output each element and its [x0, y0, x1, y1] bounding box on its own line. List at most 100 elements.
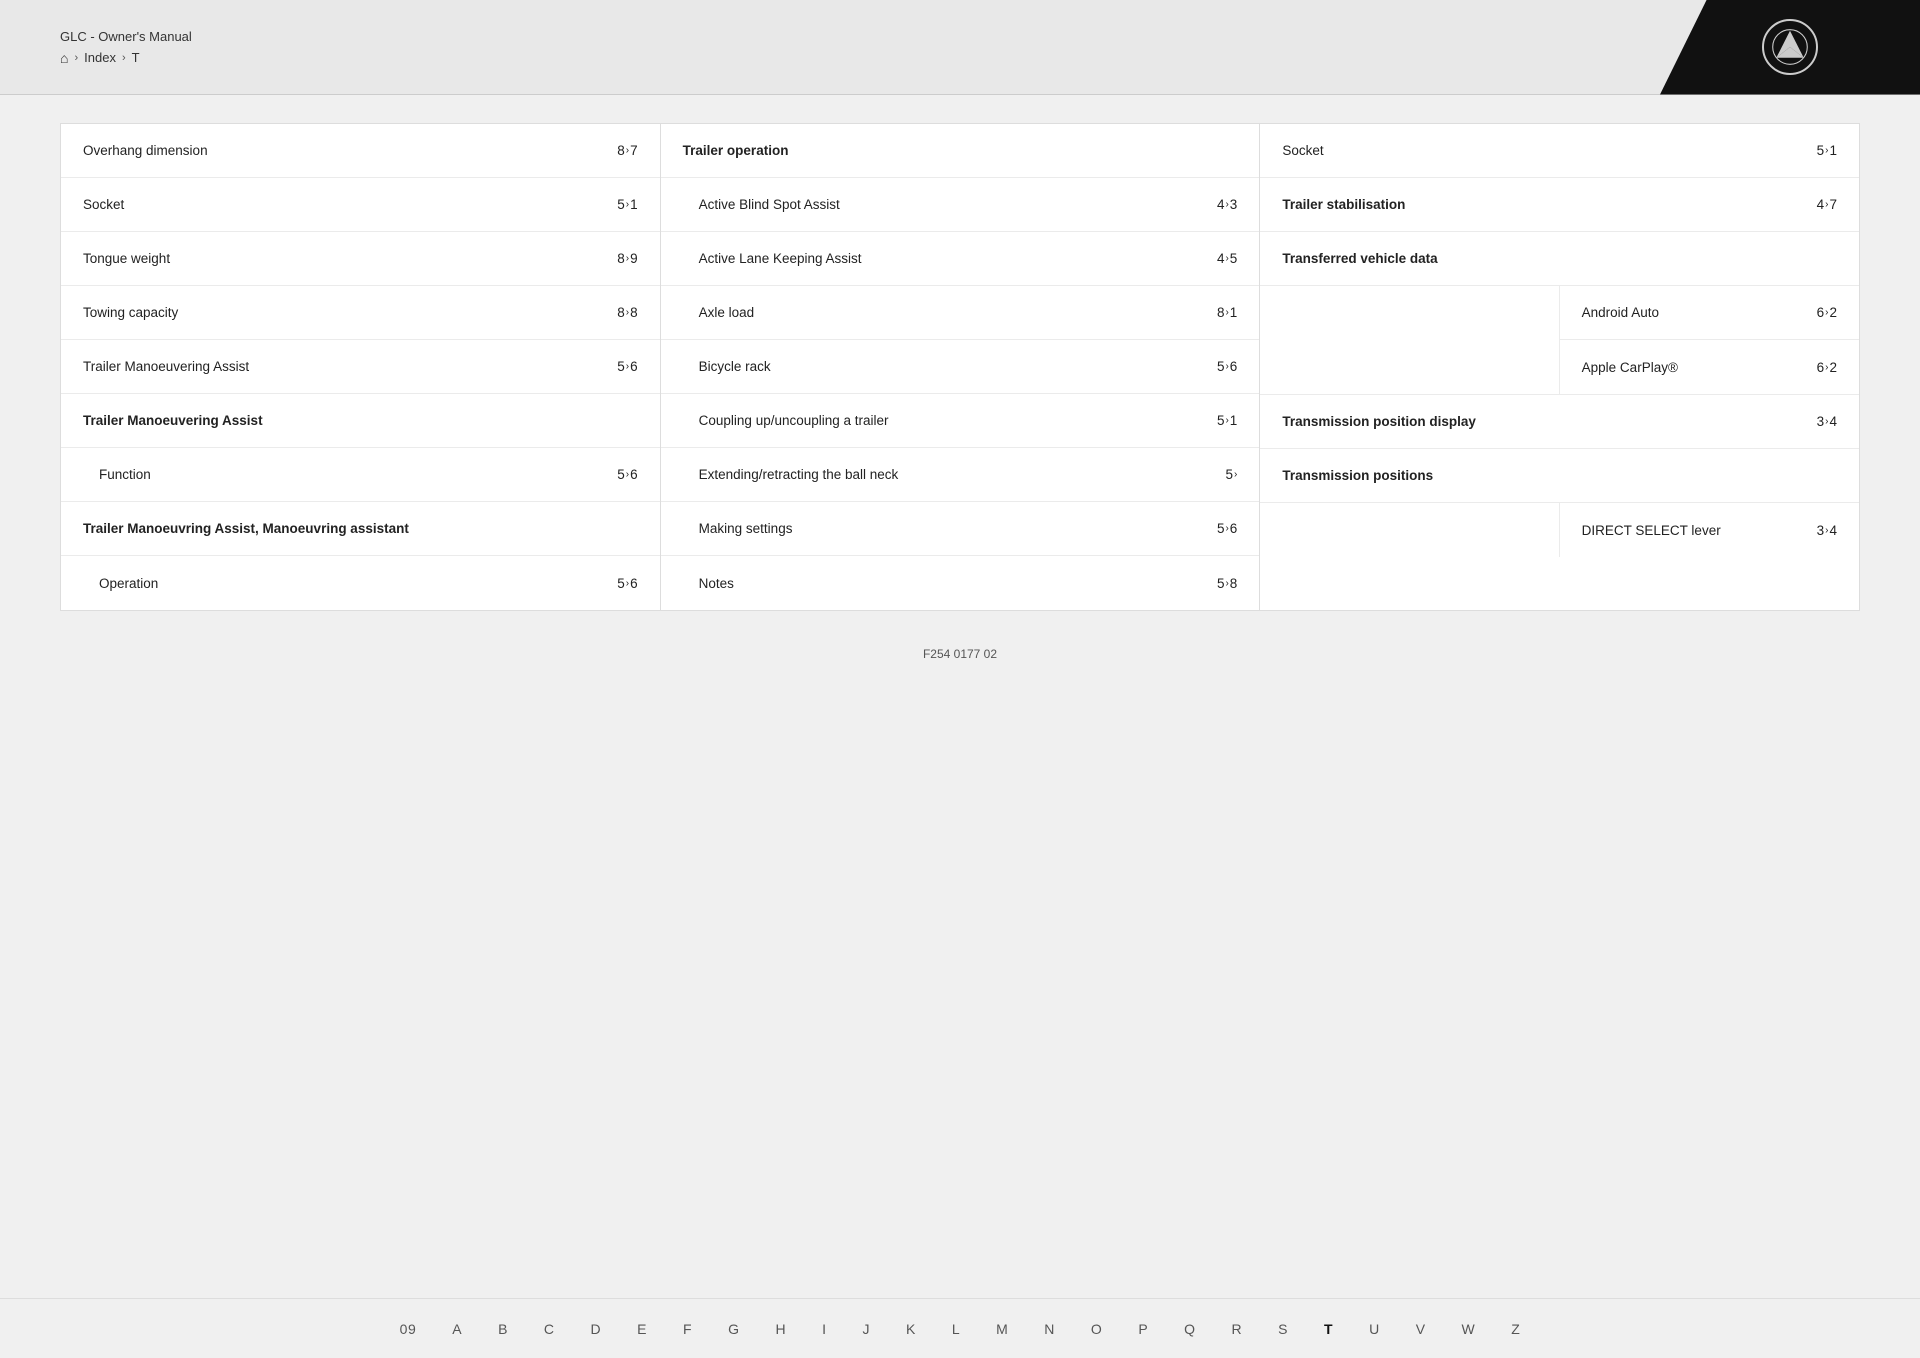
alpha-z[interactable]: Z [1493, 1321, 1538, 1337]
entry-overhang[interactable]: Overhang dimension 8›7 [61, 124, 660, 178]
entry-page: 8›1 [1217, 305, 1237, 320]
section-header-label: Trailer Manoeuvring Assist, Manoeuvring … [83, 521, 409, 536]
entry-coupling[interactable]: Coupling up/uncoupling a trailer 5›1 [661, 394, 1260, 448]
entry-socket-1[interactable]: Socket 5›1 [61, 178, 660, 232]
entry-page: 5›6 [617, 359, 637, 374]
home-icon[interactable]: ⌂ [60, 50, 68, 66]
entry-operation[interactable]: Operation 5›6 [61, 556, 660, 610]
entry-label: Coupling up/uncoupling a trailer [699, 413, 889, 428]
entry-label: Tongue weight [83, 251, 170, 266]
transferred-right: Android Auto 6›2 Apple CarPlay® 6›2 [1560, 286, 1859, 394]
section-header-label: Trailer Manoeuvering Assist [83, 413, 263, 428]
entry-page: 5›6 [1217, 521, 1237, 536]
entry-label: Active Lane Keeping Assist [699, 251, 862, 266]
entry-label: Socket [1282, 143, 1323, 158]
alpha-n[interactable]: N [1026, 1321, 1073, 1337]
alpha-s[interactable]: S [1260, 1321, 1306, 1337]
section-trailer-stabilisation: Trailer stabilisation 4›7 [1260, 178, 1859, 232]
alpha-i[interactable]: I [804, 1321, 844, 1337]
transmission-split: DIRECT SELECT lever 3›4 [1260, 503, 1859, 557]
alphabet-bar: 09 A B C D E F G H I J K L M N O P Q R S… [0, 1298, 1920, 1358]
entry-page: 5›6 [617, 576, 637, 591]
section-label: Transmission position display [1282, 414, 1476, 429]
section-transmission-positions: Transmission positions [1260, 449, 1859, 503]
alpha-w[interactable]: W [1444, 1321, 1494, 1337]
page-arrow: › [626, 578, 629, 589]
alpha-d[interactable]: D [573, 1321, 620, 1337]
section-transferred-data: Transferred vehicle data [1260, 232, 1859, 286]
page-arrow: › [1234, 469, 1237, 480]
entry-making-settings[interactable]: Making settings 5›6 [661, 502, 1260, 556]
alpha-g[interactable]: G [710, 1321, 757, 1337]
entry-label: Operation [99, 576, 158, 591]
sep2: › [122, 52, 126, 64]
alpha-m[interactable]: M [978, 1321, 1026, 1337]
entry-lane-keeping[interactable]: Active Lane Keeping Assist 4›5 [661, 232, 1260, 286]
alpha-p[interactable]: P [1120, 1321, 1166, 1337]
page-arrow: › [626, 253, 629, 264]
entry-trailer-manoeuvering[interactable]: Trailer Manoeuvering Assist 5›6 [61, 340, 660, 394]
entry-android-auto[interactable]: Android Auto 6›2 [1560, 286, 1859, 340]
entry-page: 5›6 [1217, 359, 1237, 374]
breadcrumb-index[interactable]: Index [84, 50, 116, 65]
entry-notes[interactable]: Notes 5›8 [661, 556, 1260, 610]
entry-page: 8›7 [617, 143, 637, 158]
alpha-u[interactable]: U [1351, 1321, 1398, 1337]
alpha-f[interactable]: F [665, 1321, 710, 1337]
star-svg [1772, 29, 1808, 65]
alpha-j[interactable]: J [844, 1321, 888, 1337]
index-table: Overhang dimension 8›7 Socket 5›1 Tongue… [60, 123, 1860, 611]
page-arrow: › [1825, 199, 1828, 210]
breadcrumb-t[interactable]: T [132, 50, 140, 65]
trailer-operation-header: Trailer operation [661, 124, 1260, 178]
entry-label: Making settings [699, 521, 793, 536]
manual-title: GLC - Owner's Manual [60, 29, 192, 44]
alpha-c[interactable]: C [526, 1321, 573, 1337]
page-arrow: › [1825, 416, 1828, 427]
section-header-trailer-man: Trailer Manoeuvering Assist [61, 394, 660, 448]
entry-blind-spot[interactable]: Active Blind Spot Assist 4›3 [661, 178, 1260, 232]
alpha-t[interactable]: T [1306, 1321, 1351, 1337]
entry-apple-carplay[interactable]: Apple CarPlay® 6›2 [1560, 340, 1859, 394]
alpha-r[interactable]: R [1214, 1321, 1261, 1337]
entry-page: 4›3 [1217, 197, 1237, 212]
header-left: GLC - Owner's Manual ⌂ › Index › T [60, 29, 192, 66]
alpha-v[interactable]: V [1398, 1321, 1444, 1337]
entry-page: 5› [1225, 467, 1237, 482]
entry-axle-load[interactable]: Axle load 8›1 [661, 286, 1260, 340]
entry-bicycle-rack[interactable]: Bicycle rack 5›6 [661, 340, 1260, 394]
mercedes-star-icon [1762, 19, 1818, 75]
alpha-o[interactable]: O [1073, 1321, 1120, 1337]
alpha-h[interactable]: H [757, 1321, 804, 1337]
alpha-a[interactable]: A [434, 1321, 480, 1337]
page-arrow: › [1225, 361, 1228, 372]
alpha-09[interactable]: 09 [382, 1321, 435, 1337]
entry-function[interactable]: Function 5›6 [61, 448, 660, 502]
page-arrow: › [626, 199, 629, 210]
doc-number: F254 0177 02 [0, 639, 1920, 731]
entry-label: DIRECT SELECT lever [1582, 523, 1721, 538]
entry-page: 8›9 [617, 251, 637, 266]
alpha-e[interactable]: E [619, 1321, 665, 1337]
page-arrow: › [1225, 523, 1228, 534]
alpha-l[interactable]: L [934, 1321, 978, 1337]
section-transmission-display: Transmission position display 3›4 [1260, 395, 1859, 449]
page-arrow: › [626, 469, 629, 480]
alpha-k[interactable]: K [888, 1321, 934, 1337]
entry-page: 8›8 [617, 305, 637, 320]
entry-label: Axle load [699, 305, 755, 320]
entry-direct-select[interactable]: DIRECT SELECT lever 3›4 [1560, 503, 1859, 557]
entry-socket-3[interactable]: Socket 5›1 [1260, 124, 1859, 178]
entry-extending[interactable]: Extending/retracting the ball neck 5› [661, 448, 1260, 502]
alpha-b[interactable]: B [480, 1321, 526, 1337]
entry-tongue-weight[interactable]: Tongue weight 8›9 [61, 232, 660, 286]
page-header: GLC - Owner's Manual ⌂ › Index › T [0, 0, 1920, 95]
entry-towing-capacity[interactable]: Towing capacity 8›8 [61, 286, 660, 340]
section-page: 4›7 [1817, 197, 1837, 212]
alpha-q[interactable]: Q [1166, 1321, 1213, 1337]
entry-page: 4›5 [1217, 251, 1237, 266]
page-arrow: › [1825, 362, 1828, 373]
entry-label: Active Blind Spot Assist [699, 197, 840, 212]
entry-page: 5›1 [1217, 413, 1237, 428]
entry-page: 6›2 [1817, 305, 1837, 320]
